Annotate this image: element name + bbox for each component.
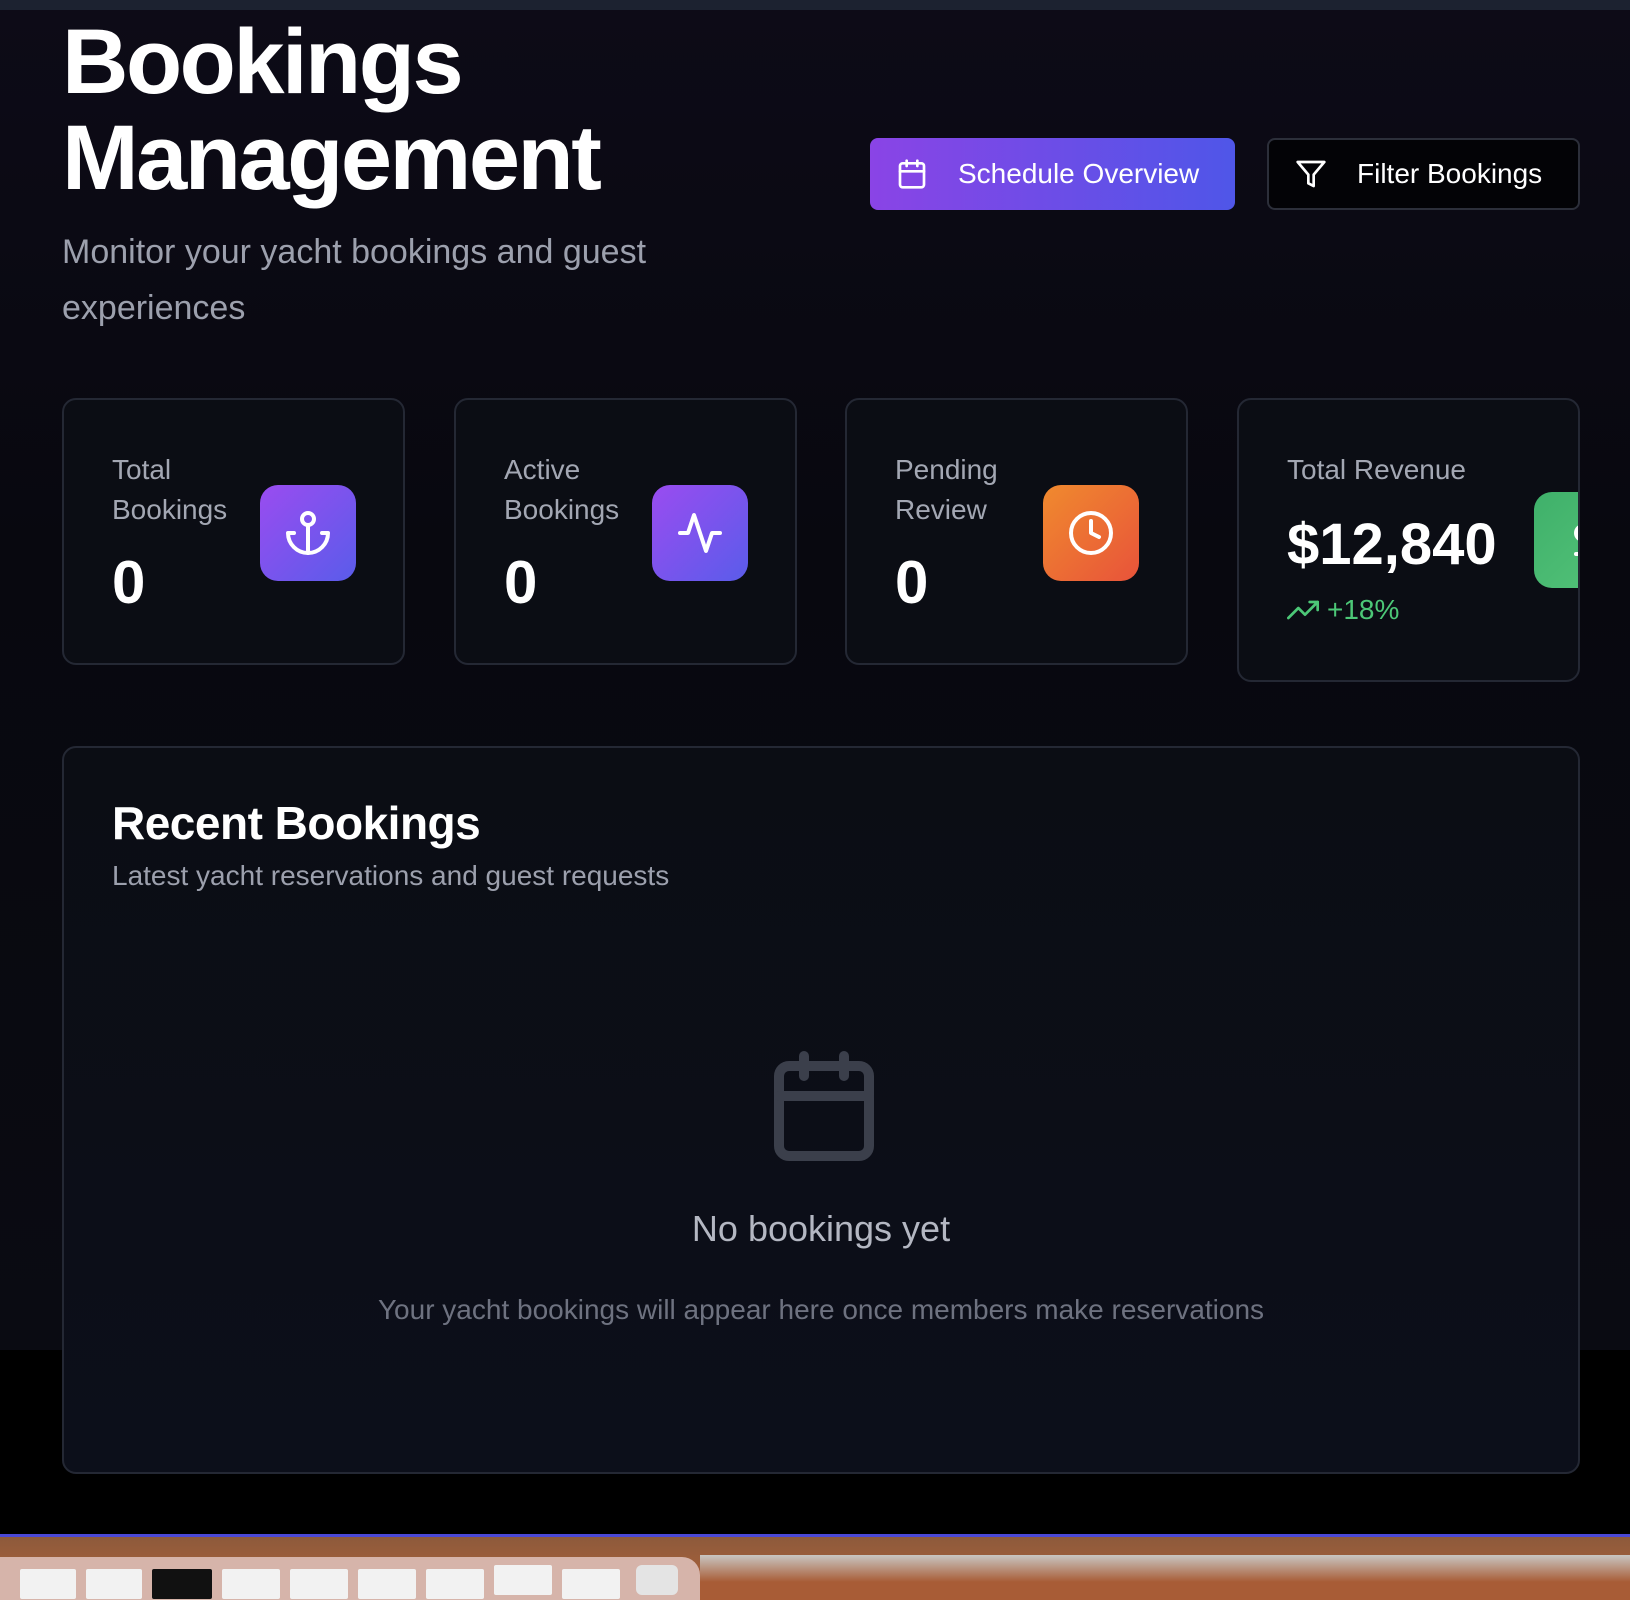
page-title-line1: Bookings	[62, 11, 464, 113]
stat-value: 0	[895, 549, 929, 616]
stat-label: Pending Review	[895, 454, 998, 525]
schedule-overview-label: Schedule Overview	[958, 158, 1200, 189]
anchor-icon	[260, 485, 356, 581]
stat-label: Active Bookings	[504, 454, 620, 525]
activity-icon	[652, 485, 748, 581]
schedule-overview-button[interactable]: Schedule Overview	[870, 138, 1235, 210]
stat-card-active-bookings: Active Bookings 0	[454, 398, 797, 665]
bookings-page: Bookings Management Monitor your yacht b…	[0, 0, 1630, 1540]
stat-card-total-revenue: Total Revenue $12,840 +18%	[1237, 398, 1580, 682]
recent-bookings-title: Recent Bookings	[112, 797, 481, 849]
dock-thumbnail[interactable]	[86, 1569, 142, 1599]
revenue-trend-value: +18%	[1327, 594, 1400, 625]
stat-card-total-bookings: Total Bookings 0	[62, 398, 405, 665]
filter-bookings-button[interactable]: Filter Bookings	[1267, 138, 1580, 210]
page-subtitle: Monitor your yacht bookings and guest ex…	[62, 233, 647, 327]
empty-state-title: No bookings yet	[691, 1208, 951, 1249]
page-title-line2: Management	[62, 107, 602, 209]
empty-state-description: Your yacht bookings will appear here onc…	[377, 1294, 1265, 1325]
recent-bookings-card: Recent Bookings Latest yacht reservation…	[62, 746, 1580, 1474]
trash-icon[interactable]	[636, 1565, 678, 1595]
dock-thumbnail[interactable]	[426, 1569, 484, 1599]
stat-value: 0	[504, 549, 538, 616]
stat-label: Total Revenue	[1287, 454, 1467, 485]
dock-thumbnail[interactable]	[290, 1569, 348, 1599]
page-title: Bookings Management	[62, 14, 782, 206]
trending-up-icon	[1287, 594, 1327, 626]
calendar-icon	[764, 1044, 884, 1168]
desktop-wallpaper-strip	[700, 1555, 1630, 1600]
dock-thumbnail[interactable]	[562, 1569, 620, 1599]
revenue-trend: +18%	[1287, 594, 1399, 626]
clock-icon	[1043, 485, 1139, 581]
filter-icon	[1295, 158, 1327, 190]
dock-thumbnail[interactable]	[20, 1569, 76, 1599]
stat-value: $12,840	[1287, 512, 1497, 577]
dock-thumbnail[interactable]	[152, 1569, 212, 1599]
dock-thumbnail[interactable]	[494, 1565, 552, 1595]
dollar-icon	[1534, 492, 1578, 588]
dock-thumbnail[interactable]	[222, 1569, 280, 1599]
dock-thumbnail[interactable]	[358, 1569, 416, 1599]
os-dock	[0, 1537, 1630, 1600]
recent-bookings-subtitle: Latest yacht reservations and guest requ…	[112, 860, 670, 891]
stat-value: 0	[112, 549, 146, 616]
stat-label: Total Bookings	[112, 454, 228, 525]
stat-card-pending-review: Pending Review 0	[845, 398, 1188, 665]
filter-bookings-label: Filter Bookings	[1357, 158, 1543, 189]
calendar-icon	[896, 158, 928, 190]
dock-thumbnails	[0, 1557, 700, 1600]
